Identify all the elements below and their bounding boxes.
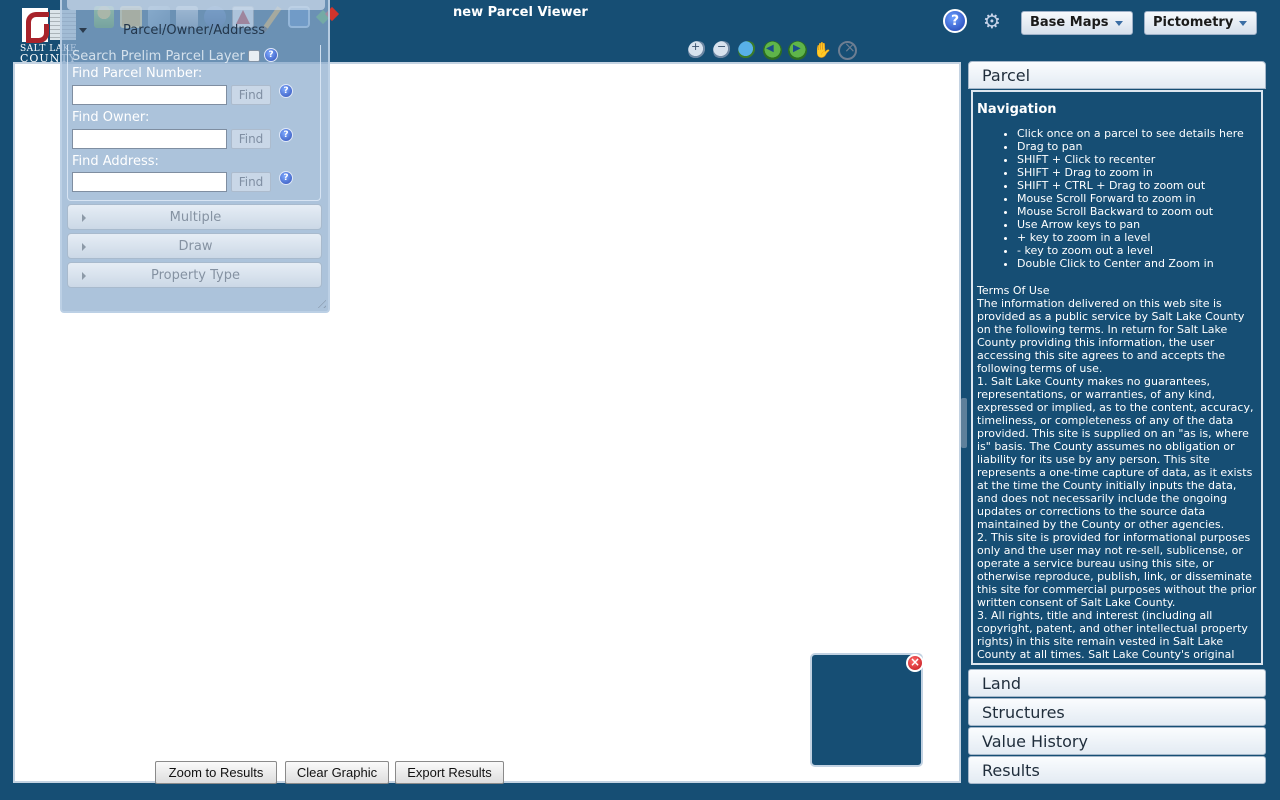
find-address-button[interactable]: Find bbox=[231, 172, 271, 192]
prelim-layer-label: Search Prelim Parcel Layer bbox=[72, 49, 245, 64]
full-extent-icon[interactable] bbox=[738, 41, 757, 60]
tab-results-label: Results bbox=[982, 761, 1040, 780]
base-maps-label: Base Maps bbox=[1030, 15, 1109, 30]
tab-value-history-label: Value History bbox=[982, 732, 1088, 751]
info-panel: Parcel Navigation Click once on a parcel… bbox=[968, 61, 1266, 786]
tab-land[interactable]: Land bbox=[968, 669, 1266, 697]
pictometry-label: Pictometry bbox=[1153, 15, 1234, 30]
find-owner-label: Find Owner: bbox=[72, 110, 150, 125]
list-item: Double Click to Center and Zoom in bbox=[1017, 257, 1258, 270]
export-results-button[interactable]: Export Results bbox=[395, 761, 504, 784]
owner-input[interactable] bbox=[72, 129, 227, 149]
tab-structures[interactable]: Structures bbox=[968, 698, 1266, 726]
county-mark-icon bbox=[22, 8, 49, 43]
zoom-in-icon[interactable] bbox=[688, 40, 707, 60]
address-input[interactable] bbox=[72, 172, 227, 192]
tab-structures-label: Structures bbox=[982, 703, 1065, 722]
list-item: Mouse Scroll Forward to zoom in bbox=[1017, 192, 1258, 205]
list-item: SHIFT + CTRL + Drag to zoom out bbox=[1017, 179, 1258, 192]
app-title: new Parcel Viewer bbox=[453, 5, 588, 20]
map-navigation-tools: ✋ bbox=[688, 40, 857, 60]
next-extent-icon[interactable] bbox=[788, 41, 807, 60]
find-address-label: Find Address: bbox=[72, 154, 159, 169]
navigation-heading: Navigation bbox=[977, 102, 1057, 117]
parcel-owner-address-label: Parcel/Owner/Address bbox=[122, 23, 266, 38]
pictometry-dropdown[interactable]: Pictometry bbox=[1144, 11, 1257, 35]
find-owner-button[interactable]: Find bbox=[231, 129, 271, 149]
chevron-down-icon bbox=[1114, 20, 1123, 26]
address-help-icon[interactable]: ? bbox=[279, 171, 293, 185]
list-item: Mouse Scroll Backward to zoom out bbox=[1017, 205, 1258, 218]
close-icon[interactable]: × bbox=[906, 654, 924, 672]
draw-label: Draw bbox=[178, 239, 213, 254]
owner-help-icon[interactable]: ? bbox=[279, 128, 293, 142]
tab-land-label: Land bbox=[982, 674, 1022, 693]
property-type-section[interactable]: Property Type bbox=[67, 262, 322, 288]
prelim-layer-checkbox[interactable] bbox=[248, 50, 260, 62]
overview-map[interactable] bbox=[810, 653, 923, 767]
terms-title: Terms Of Use bbox=[977, 284, 1050, 297]
settings-gear-icon[interactable]: ⚙ bbox=[979, 9, 1005, 33]
list-item: - key to zoom out a level bbox=[1017, 244, 1258, 257]
search-panel-top-tab[interactable] bbox=[67, 0, 325, 10]
list-item: SHIFT + Drag to zoom in bbox=[1017, 166, 1258, 179]
list-item: SHIFT + Click to recenter bbox=[1017, 153, 1258, 166]
draw-section[interactable]: Draw bbox=[67, 233, 322, 259]
tab-parcel-label: Parcel bbox=[982, 66, 1031, 85]
find-parcel-label: Find Parcel Number: bbox=[72, 66, 203, 81]
base-maps-dropdown[interactable]: Base Maps bbox=[1021, 11, 1133, 35]
terms-text: The information delivered on this web si… bbox=[977, 297, 1257, 661]
tab-results[interactable]: Results bbox=[968, 756, 1266, 784]
zoom-to-results-button[interactable]: Zoom to Results bbox=[155, 761, 277, 784]
zoom-out-icon[interactable] bbox=[713, 40, 732, 60]
parcel-details-content[interactable]: Navigation Click once on a parcel to see… bbox=[971, 90, 1263, 665]
tab-parcel[interactable]: Parcel bbox=[968, 61, 1266, 89]
tab-value-history[interactable]: Value History bbox=[968, 727, 1266, 755]
navigation-list: Click once on a parcel to see details he… bbox=[1001, 127, 1258, 270]
previous-extent-icon[interactable] bbox=[763, 41, 782, 60]
multiple-label: Multiple bbox=[169, 210, 222, 225]
stop-icon[interactable] bbox=[838, 40, 857, 60]
prelim-help-icon[interactable]: ? bbox=[264, 48, 278, 62]
parcel-number-input[interactable] bbox=[72, 85, 227, 105]
chevron-down-icon bbox=[1239, 20, 1248, 26]
clear-graphic-button[interactable]: Clear Graphic bbox=[285, 761, 389, 784]
help-icon[interactable]: ? bbox=[943, 9, 967, 33]
list-item: Use Arrow keys to pan bbox=[1017, 218, 1258, 231]
parcel-help-icon[interactable]: ? bbox=[279, 84, 293, 98]
multiple-section[interactable]: Multiple bbox=[67, 204, 322, 230]
find-parcel-button[interactable]: Find bbox=[231, 85, 271, 105]
property-type-label: Property Type bbox=[150, 268, 240, 283]
list-item: Drag to pan bbox=[1017, 140, 1258, 153]
list-item: + key to zoom in a level bbox=[1017, 231, 1258, 244]
panel-splitter[interactable] bbox=[961, 398, 967, 448]
pan-icon[interactable]: ✋ bbox=[813, 41, 832, 60]
list-item: Click once on a parcel to see details he… bbox=[1017, 127, 1258, 140]
parcel-owner-address-header[interactable]: Parcel/Owner/Address bbox=[67, 20, 321, 44]
